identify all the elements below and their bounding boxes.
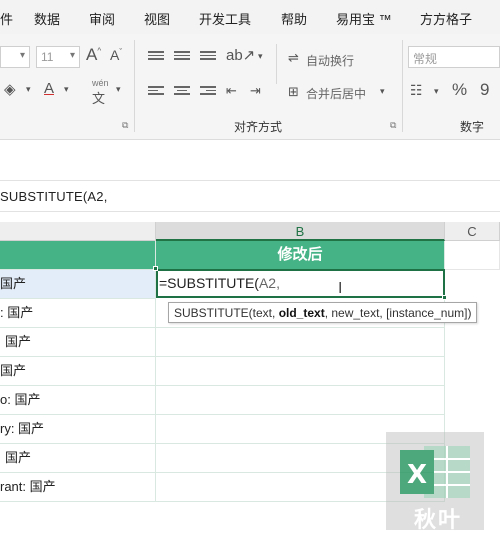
cell-b5[interactable]	[156, 357, 445, 386]
alignment-group-label: 对齐方式	[234, 120, 283, 134]
menu-view[interactable]: 视图	[144, 9, 170, 28]
cell-a3[interactable]: : 国产	[0, 299, 156, 328]
menu-fangfang[interactable]: 方方格子	[420, 9, 472, 28]
tooltip-arg-old-text[interactable]: old_text	[279, 306, 325, 320]
font-size-value: 11	[41, 50, 54, 64]
chevron-down-icon[interactable]: ▾	[116, 84, 121, 95]
alignment-dialog-launcher-icon[interactable]: ⧉	[390, 120, 396, 131]
column-header-a[interactable]	[0, 222, 156, 241]
cell-a6[interactable]: o: 国产	[0, 386, 156, 415]
tooltip-arg-text[interactable]: text,	[253, 306, 279, 320]
merge-center-icon[interactable]: ⊞	[288, 84, 299, 100]
phonetic-guide-button[interactable]: wén 文	[92, 78, 109, 107]
formula-bar[interactable]: SUBSTITUTE(A2,	[0, 180, 500, 212]
menu-developer[interactable]: 开发工具	[199, 9, 251, 28]
comma-style-button[interactable]: 9	[480, 80, 489, 100]
cell-a2[interactable]: 国产	[0, 270, 156, 299]
number-format-value: 常规	[413, 52, 438, 66]
align-top-icon[interactable]	[148, 51, 164, 63]
chevron-down-icon[interactable]: ▾	[258, 51, 263, 62]
orientation-icon[interactable]: ab↗	[226, 46, 255, 64]
chevron-down-icon[interactable]: ▾	[26, 84, 31, 95]
quick-area	[0, 140, 500, 180]
grow-font-button[interactable]: A^	[86, 45, 101, 65]
increase-indent-icon[interactable]: ⇥	[250, 83, 261, 99]
cell-a1[interactable]	[0, 241, 156, 270]
cell-b1[interactable]: 修改后	[156, 241, 445, 270]
cell-c1[interactable]	[445, 241, 500, 270]
menu-easy-tools[interactable]: 易用宝 ™	[336, 9, 392, 28]
fill-color-icon[interactable]: ◈	[4, 80, 16, 98]
number-format-combo[interactable]: 常规	[408, 46, 500, 68]
shrink-font-button[interactable]: Aˇ	[110, 47, 122, 63]
chevron-down-icon[interactable]: ▾	[64, 84, 69, 95]
formula-prefix: =SUBSTITUTE(	[159, 275, 259, 291]
column-header-c[interactable]: C	[445, 222, 500, 241]
font-name-combo[interactable]: ▾	[0, 46, 30, 68]
menu-data[interactable]: 数据	[34, 9, 60, 28]
svg-text:X: X	[407, 460, 427, 490]
cell-a8[interactable]: 国产	[0, 444, 156, 473]
wrap-text-button[interactable]: 自动换行	[306, 52, 354, 69]
merge-center-button[interactable]: 合并后居中	[306, 85, 366, 102]
watermark-text: 秋叶	[414, 508, 463, 533]
percent-button[interactable]: %	[452, 80, 467, 100]
number-group-label: 数字	[460, 120, 485, 134]
decrease-indent-icon[interactable]: ⇤	[226, 83, 237, 99]
align-bottom-icon[interactable]	[200, 51, 216, 63]
font-size-combo[interactable]: 11 ▾	[36, 46, 80, 68]
cell-a7[interactable]: ry: 国产	[0, 415, 156, 444]
accounting-format-icon[interactable]: ☷	[410, 82, 423, 99]
cell-a4[interactable]: 国产	[0, 328, 156, 357]
align-center-icon[interactable]	[174, 86, 190, 98]
group-separator	[276, 44, 277, 84]
ribbon: ▾ 11 ▾ A^ Aˇ ◈ ▾ A ▾ wén 文 ▾ ⧉ ab↗ ▾ ⇤ ⇥ ⇌…	[0, 34, 500, 140]
formula-bar-text[interactable]: SUBSTITUTE(A2,	[0, 189, 108, 204]
font-color-icon[interactable]: A	[44, 80, 54, 97]
cell-b4[interactable]	[156, 328, 445, 357]
group-separator	[402, 40, 403, 132]
align-left-icon[interactable]	[148, 86, 164, 98]
chevron-down-icon[interactable]: ▾	[380, 86, 385, 97]
cell-a5[interactable]: 国产	[0, 357, 156, 386]
menu-review[interactable]: 审阅	[89, 9, 115, 28]
menu-bar: 件 数据 审阅 视图 开发工具 帮助 易用宝 ™ 方方格子	[0, 0, 500, 34]
align-right-icon[interactable]	[200, 86, 216, 98]
selection-handle[interactable]	[153, 266, 158, 271]
tooltip-rest-args[interactable]: , new_text, [instance_num])	[325, 306, 472, 320]
cell-a9[interactable]: rant: 国产	[0, 473, 156, 502]
text-cursor-icon: Ⅰ	[338, 280, 343, 297]
cell-b6[interactable]	[156, 386, 445, 415]
tooltip-func[interactable]: SUBSTITUTE(	[174, 306, 253, 320]
font-dialog-launcher-icon[interactable]: ⧉	[122, 120, 128, 131]
function-argument-tooltip[interactable]: SUBSTITUTE(text, old_text, new_text, [in…	[168, 302, 478, 323]
align-middle-icon[interactable]	[174, 51, 190, 63]
menu-file[interactable]: 件	[0, 9, 13, 28]
fill-handle[interactable]	[442, 295, 447, 300]
formula-arg-ref: A2,	[258, 275, 280, 291]
cell-b2-editor[interactable]: =SUBSTITUTE(A2,	[156, 269, 445, 298]
group-separator	[134, 40, 135, 132]
column-header-b[interactable]: B	[156, 222, 445, 241]
menu-help[interactable]: 帮助	[281, 9, 307, 28]
chevron-down-icon[interactable]: ▾	[434, 86, 439, 97]
wrap-text-icon[interactable]: ⇌	[288, 50, 299, 66]
